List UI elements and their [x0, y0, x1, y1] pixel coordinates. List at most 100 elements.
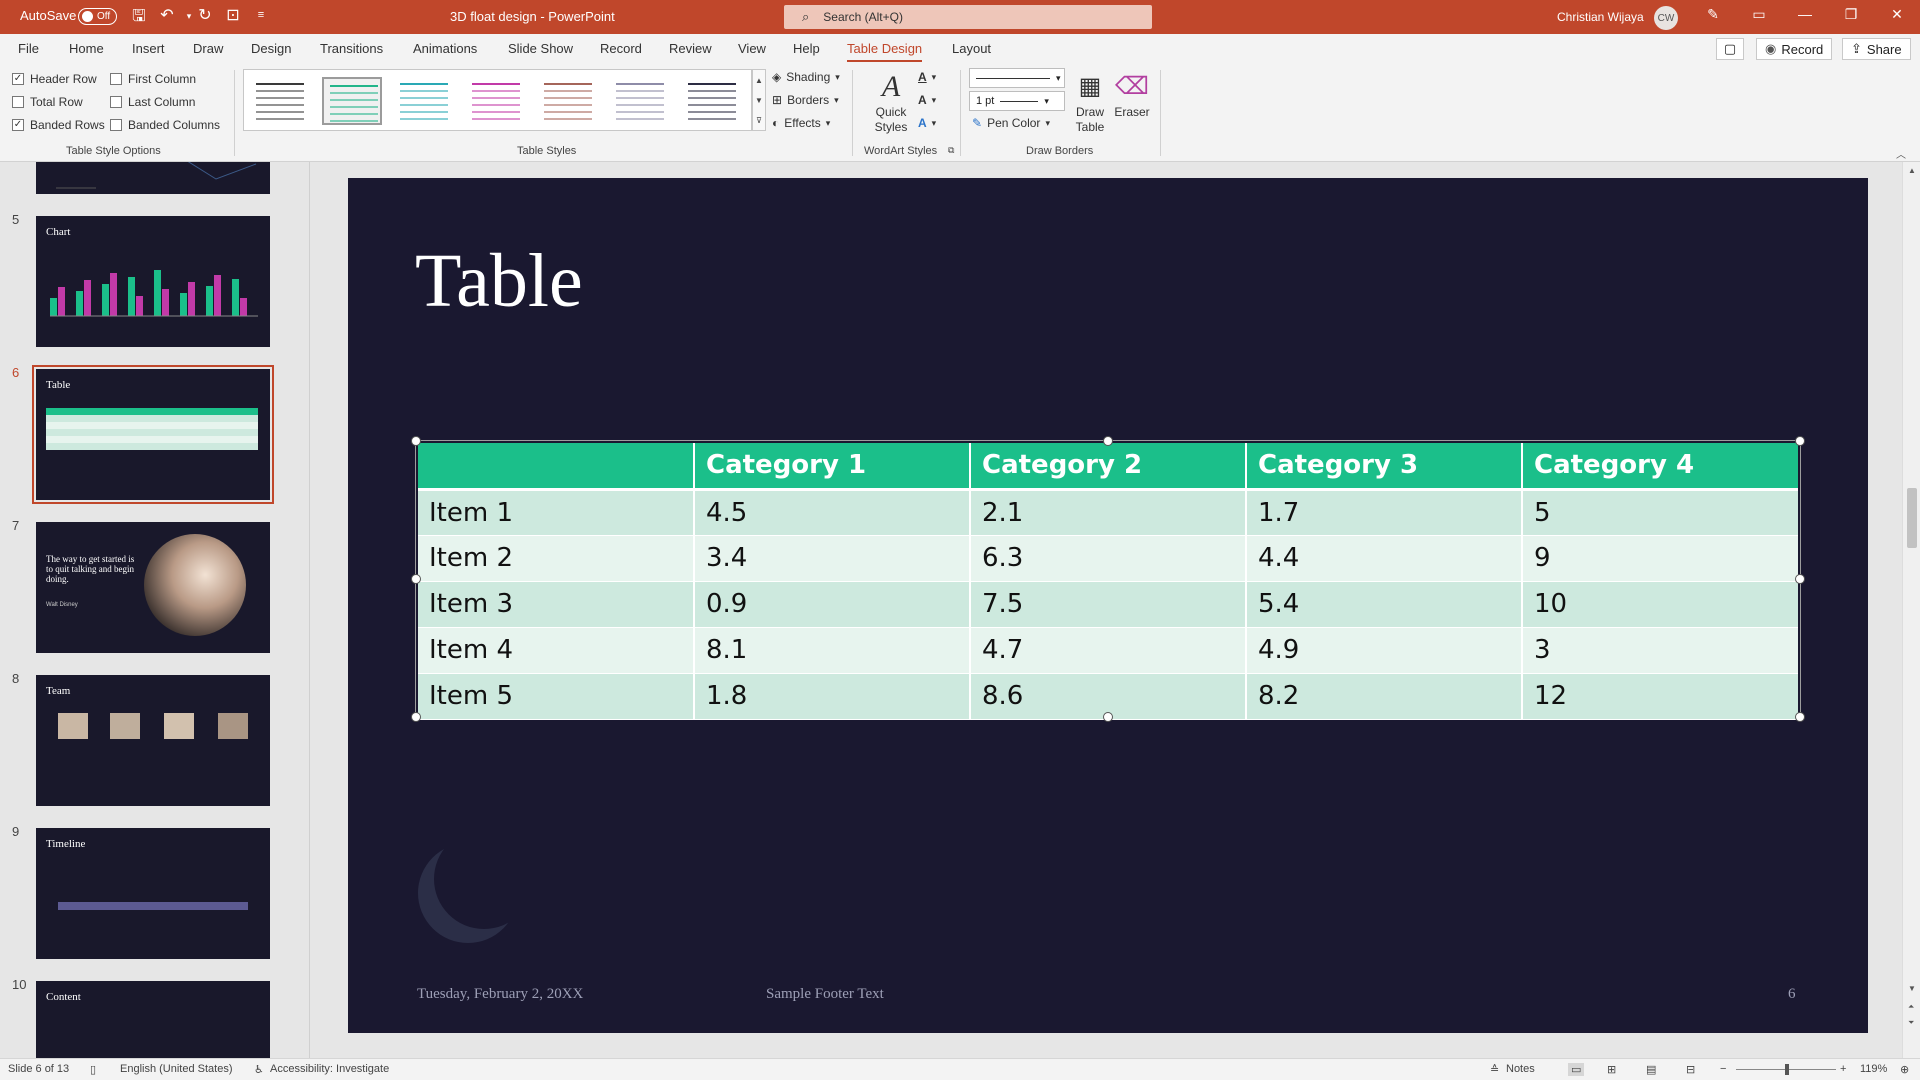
slide-thumbnail-8[interactable]: Team [36, 675, 270, 806]
quick-styles-button[interactable]: A Quick Styles [866, 70, 916, 135]
fit-to-window-icon[interactable]: ⊕ [1900, 1063, 1909, 1076]
resize-handle-top[interactable] [1103, 436, 1113, 446]
table-cell[interactable]: Item 4 [418, 627, 695, 674]
scrollbar-thumb[interactable] [1907, 488, 1917, 548]
zoom-level[interactable]: 119% [1860, 1063, 1887, 1075]
reading-view-icon[interactable]: ▤ [1646, 1063, 1656, 1076]
spell-check-icon[interactable]: ▯ [90, 1063, 96, 1076]
share-button[interactable]: ⇪ Share [1842, 38, 1911, 60]
table-cell[interactable]: 2.1 [970, 489, 1247, 536]
slide-thumbnail-4[interactable] [36, 162, 270, 194]
table-cell[interactable]: 0.9 [694, 581, 971, 628]
slide-thumbnail-5[interactable]: Chart [36, 216, 270, 347]
previous-slide-icon[interactable]: ⏶ [1908, 1002, 1914, 1012]
header-row-checkbox[interactable]: ✓ Header Row [12, 72, 97, 86]
pen-icon[interactable]: ✎ [1702, 6, 1724, 23]
tab-review[interactable]: Review [669, 41, 712, 56]
table-cell[interactable]: 4.5 [694, 489, 971, 536]
banded-rows-checkbox[interactable]: ✓ Banded Rows [12, 118, 105, 132]
table-cell[interactable]: 4.4 [1246, 535, 1523, 582]
table-cell[interactable]: 8.1 [694, 627, 971, 674]
scroll-down-icon[interactable]: ▼ [1908, 984, 1916, 993]
customize-qat-icon[interactable]: ≡ [250, 9, 272, 21]
table-cell[interactable]: 3 [1522, 627, 1798, 674]
header-cell[interactable]: Category 3 [1246, 443, 1523, 491]
table-cell[interactable]: 5.4 [1246, 581, 1523, 628]
tab-file[interactable]: File [18, 41, 39, 56]
table-cell[interactable]: 8.2 [1246, 673, 1523, 720]
footer-date[interactable]: Tuesday, February 2, 20XX [417, 986, 583, 1003]
resize-handle-top-left[interactable] [411, 436, 421, 446]
undo-icon[interactable]: ↶ [156, 5, 178, 25]
tab-record[interactable]: Record [600, 41, 642, 56]
gallery-up-icon[interactable]: ▲ [755, 76, 763, 85]
table-style-swatch[interactable] [322, 77, 382, 125]
ribbon-display-icon[interactable]: ▭ [1748, 6, 1770, 23]
resize-handle-top-right[interactable] [1795, 436, 1805, 446]
slide[interactable]: Table Category 1 Category 2 Category 3 C… [348, 178, 1868, 1033]
slide-thumbnail-6[interactable]: Table [32, 365, 274, 504]
header-cell[interactable]: Category 1 [694, 443, 971, 491]
redo-icon[interactable]: ↻ [194, 5, 216, 25]
table-cell[interactable]: Item 1 [418, 489, 695, 536]
table-style-swatch[interactable] [250, 77, 310, 125]
table-cell[interactable]: Item 2 [418, 535, 695, 582]
table-style-swatch[interactable] [466, 77, 526, 125]
slide-thumbnail-9[interactable]: Timeline [36, 828, 270, 959]
next-slide-icon[interactable]: ⏷ [1908, 1018, 1914, 1028]
tab-slide-show[interactable]: Slide Show [508, 41, 573, 56]
gallery-more-icon[interactable]: ⊽ [756, 116, 762, 125]
data-table[interactable]: Category 1 Category 2 Category 3 Categor… [418, 443, 1798, 720]
pen-style-select[interactable]: ▾ [969, 68, 1065, 88]
gallery-scroll[interactable]: ▲ ▼ ⊽ [752, 69, 766, 131]
zoom-slider-thumb[interactable] [1785, 1064, 1789, 1075]
tab-home[interactable]: Home [69, 41, 104, 56]
resize-handle-left[interactable] [411, 574, 421, 584]
table-styles-gallery[interactable] [243, 69, 752, 131]
table-style-swatch[interactable] [610, 77, 670, 125]
effects-button[interactable]: ◐ Effects ▾ [772, 116, 830, 130]
vertical-scrollbar[interactable]: ▲ ▼ ⏶ ⏷ [1902, 162, 1920, 1058]
present-icon[interactable]: ⊡ [222, 5, 244, 25]
search-box[interactable]: ⌕ Search (Alt+Q) [784, 5, 1152, 29]
table-style-swatch[interactable] [538, 77, 598, 125]
normal-view-icon[interactable]: ▭ [1568, 1063, 1585, 1076]
resize-handle-right[interactable] [1795, 574, 1805, 584]
tab-insert[interactable]: Insert [132, 41, 165, 56]
table-cell[interactable]: 6.3 [970, 535, 1247, 582]
language-label[interactable]: English (United States) [120, 1063, 233, 1075]
pen-weight-select[interactable]: 1 pt ▾ [969, 91, 1065, 111]
text-fill-button[interactable]: A ▾ [918, 70, 936, 84]
avatar[interactable]: CW [1654, 6, 1678, 30]
table-cell[interactable]: 7.5 [970, 581, 1247, 628]
tab-help[interactable]: Help [793, 41, 820, 56]
table-cell[interactable]: 4.9 [1246, 627, 1523, 674]
pen-color-button[interactable]: ✎ Pen Color ▾ [972, 116, 1050, 130]
table-style-swatch[interactable] [394, 77, 454, 125]
table-cell[interactable]: 3.4 [694, 535, 971, 582]
zoom-in-icon[interactable]: + [1840, 1063, 1846, 1075]
gallery-down-icon[interactable]: ▼ [755, 96, 763, 105]
eraser-button[interactable]: ⌫ Eraser [1112, 70, 1152, 120]
comments-button[interactable]: ▢ [1716, 38, 1744, 60]
draw-table-button[interactable]: ▦ Draw Table [1072, 70, 1108, 135]
header-cell[interactable]: Category 4 [1522, 443, 1798, 491]
borders-button[interactable]: ⊞ Borders ▾ [772, 93, 839, 107]
tab-draw[interactable]: Draw [193, 41, 223, 56]
shading-button[interactable]: ◈ Shading ▾ [772, 70, 840, 84]
autosave-toggle[interactable]: Off [78, 8, 117, 25]
table-cell[interactable]: 5 [1522, 489, 1798, 536]
first-column-checkbox[interactable]: First Column [110, 72, 196, 86]
table-cell[interactable]: 12 [1522, 673, 1798, 720]
banded-columns-checkbox[interactable]: Banded Columns [110, 118, 220, 132]
tab-view[interactable]: View [738, 41, 766, 56]
collapse-ribbon-icon[interactable]: ︿ [1896, 146, 1906, 161]
header-cell[interactable]: Category 2 [970, 443, 1247, 491]
resize-handle-bottom-left[interactable] [411, 712, 421, 722]
slide-show-icon[interactable]: ⊟ [1686, 1063, 1695, 1076]
table-cell[interactable]: 10 [1522, 581, 1798, 628]
text-outline-button[interactable]: A ▾ [918, 93, 936, 107]
minimize-icon[interactable]: — [1794, 6, 1816, 22]
table-cell[interactable]: 9 [1522, 535, 1798, 582]
accessibility-status[interactable]: Accessibility: Investigate [270, 1063, 389, 1075]
